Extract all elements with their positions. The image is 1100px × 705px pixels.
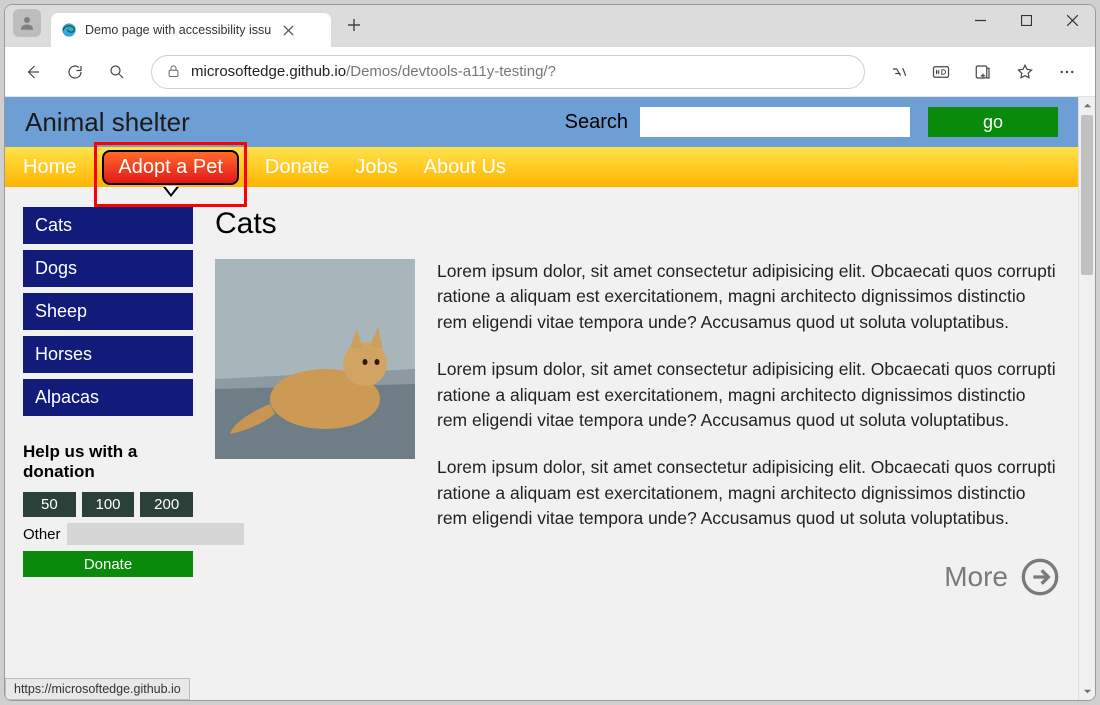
scroll-thumb[interactable] (1081, 115, 1093, 275)
tab-close-button[interactable] (279, 21, 297, 39)
titlebar: Demo page with accessibility issu (5, 5, 1095, 47)
amount-100[interactable]: 100 (82, 492, 135, 517)
nav-home[interactable]: Home (23, 156, 76, 179)
page-body: Animal shelter Search go Home Adopt a Pet… (5, 97, 1078, 700)
url-text: microsoftedge.github.io/Demos/devtools-a… (191, 63, 556, 80)
go-button[interactable]: go (928, 107, 1058, 137)
main-nav: Home Adopt a Pet Donate Jobs About Us (5, 147, 1078, 187)
sidebar-item-sheep[interactable]: Sheep (23, 293, 193, 330)
search-input[interactable] (640, 107, 910, 137)
donation-title: Help us with a donation (23, 442, 193, 482)
nav-jobs[interactable]: Jobs (355, 156, 397, 179)
viewport: Animal shelter Search go Home Adopt a Pet… (5, 97, 1095, 700)
sidebar-item-cats[interactable]: Cats (23, 207, 193, 244)
site-brand: Animal shelter (25, 107, 565, 138)
profile-button[interactable] (13, 9, 41, 37)
search-button[interactable] (99, 54, 135, 90)
collections-button[interactable] (965, 54, 1001, 90)
donation-box: Help us with a donation 50100200 Other D… (23, 442, 193, 577)
page-content: Cats Dogs Sheep Horses Alpacas Help us with … (5, 187, 1078, 617)
edge-favicon-icon (61, 22, 77, 38)
window-close-button[interactable] (1049, 5, 1095, 35)
paragraph: Lorem ipsum dolor, sit amet consectetur … (437, 357, 1060, 433)
main-section: Cats (215, 207, 1060, 597)
refresh-button[interactable] (57, 54, 93, 90)
amount-200[interactable]: 200 (140, 492, 193, 517)
vertical-scrollbar[interactable] (1078, 97, 1095, 700)
more-link[interactable]: More (215, 557, 1060, 597)
sidebar: Cats Dogs Sheep Horses Alpacas Help us with … (23, 207, 193, 597)
more-label: More (944, 561, 1008, 593)
paragraph: Lorem ipsum dolor, sit amet consectetur … (437, 455, 1060, 531)
hd-icon[interactable] (923, 54, 959, 90)
sidebar-item-horses[interactable]: Horses (23, 336, 193, 373)
window-minimize-button[interactable] (957, 5, 1003, 35)
cat-image (215, 259, 415, 459)
address-bar[interactable]: microsoftedge.github.io/Demos/devtools-a… (151, 55, 865, 89)
paragraph: Lorem ipsum dolor, sit amet consectetur … (437, 259, 1060, 335)
status-bar: https://microsoftedge.github.io (5, 678, 190, 700)
paragraphs: Lorem ipsum dolor, sit amet consectetur … (437, 259, 1060, 553)
site-lock-icon (166, 64, 181, 79)
browser-tab[interactable]: Demo page with accessibility issu (51, 13, 331, 47)
nav-donate[interactable]: Donate (265, 156, 330, 179)
read-aloud-button[interactable] (881, 54, 917, 90)
donation-amounts: 50100200 (23, 492, 193, 517)
sidebar-item-dogs[interactable]: Dogs (23, 250, 193, 287)
browser-window: Demo page with accessibility issu mi (4, 4, 1096, 701)
scroll-up-arrow-icon[interactable] (1079, 97, 1095, 114)
amount-50[interactable]: 50 (23, 492, 76, 517)
donate-button[interactable]: Donate (23, 551, 193, 577)
nav-adopt-a-pet[interactable]: Adopt a Pet (102, 150, 239, 185)
page-heading: Cats (215, 207, 1060, 241)
arrow-right-circle-icon (1020, 557, 1060, 597)
new-tab-button[interactable] (339, 10, 369, 40)
scroll-down-arrow-icon[interactable] (1079, 683, 1095, 700)
window-maximize-button[interactable] (1003, 5, 1049, 35)
window-controls (957, 5, 1095, 37)
animal-list: Cats Dogs Sheep Horses Alpacas (23, 207, 193, 416)
browser-toolbar: microsoftedge.github.io/Demos/devtools-a… (5, 47, 1095, 97)
search-label: Search (565, 111, 628, 134)
article: Lorem ipsum dolor, sit amet consectetur … (215, 259, 1060, 553)
sidebar-item-alpacas[interactable]: Alpacas (23, 379, 193, 416)
more-menu-button[interactable] (1049, 54, 1085, 90)
favorites-button[interactable] (1007, 54, 1043, 90)
other-label: Other (23, 526, 61, 543)
back-button[interactable] (15, 54, 51, 90)
site-header: Animal shelter Search go (5, 97, 1078, 147)
tab-title: Demo page with accessibility issu (85, 23, 271, 37)
nav-about-us[interactable]: About Us (424, 156, 506, 179)
